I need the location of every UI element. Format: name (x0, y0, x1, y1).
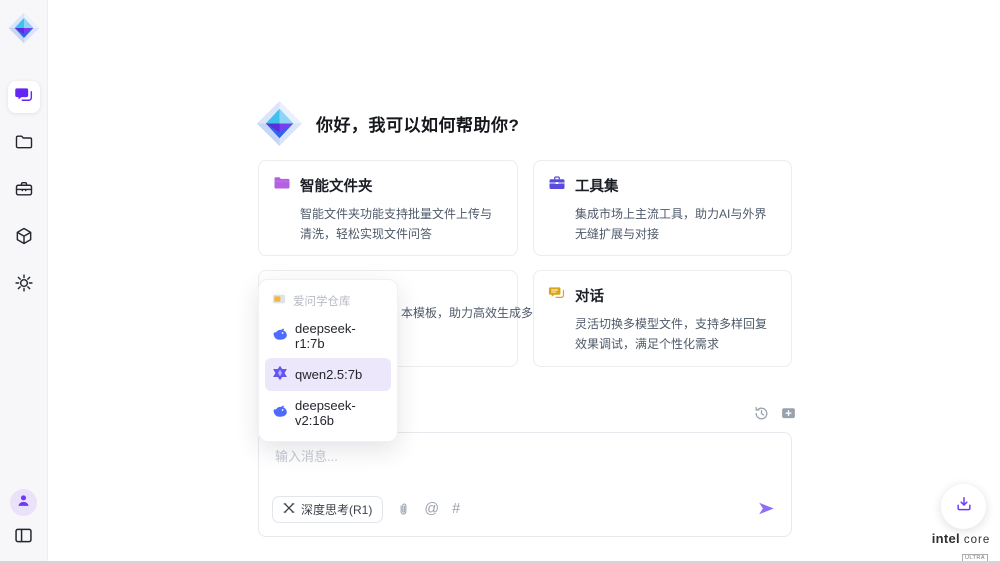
card-smart-folder[interactable]: 智能文件夹 智能文件夹功能支持批量文件上传与清洗，轻松实现文件问答 (258, 160, 518, 256)
card-description-fragment: 本模板，助力高效生成多 (401, 304, 533, 321)
user-profile-button[interactable] (10, 489, 37, 516)
toolbox-card-icon (548, 174, 566, 197)
sidebar-item-models[interactable] (8, 222, 40, 254)
model-option-deepseek-r1[interactable]: deepseek-r1:7b (265, 314, 391, 358)
settings-icon (14, 273, 34, 298)
deepseek-icon (272, 404, 288, 423)
card-dialog[interactable]: 对话 灵活切换多模型文件，支持多样回复效果调试，满足个性化需求 (533, 270, 792, 366)
app-logo-icon (8, 11, 40, 45)
sidebar-bottom (10, 489, 37, 551)
card-title: 工具集 (575, 175, 619, 196)
toolbox-icon (14, 179, 34, 204)
sidebar (0, 0, 48, 563)
model-repository-icon (272, 292, 286, 309)
assistant-logo-icon (256, 99, 303, 148)
model-dropdown-menu: 爱问学仓库 deepseek-r1:7b qwen2.5:7b deepseek… (258, 279, 398, 442)
model-group-header: 爱问学仓库 (265, 286, 391, 314)
intel-core-logo: intel core ULTRA (930, 531, 992, 563)
send-button[interactable] (757, 499, 776, 523)
folder-icon (14, 132, 34, 157)
model-option-qwen[interactable]: qwen2.5:7b (265, 358, 391, 391)
deepthink-icon (283, 502, 295, 517)
card-description: 智能文件夹功能支持批量文件上传与清洗，轻松实现文件问答 (300, 204, 502, 244)
greeting: 你好，我可以如何帮助你? (256, 99, 519, 148)
greeting-title: 你好，我可以如何帮助你? (316, 111, 519, 136)
mention-button[interactable]: @ (424, 502, 439, 517)
chat-actions (753, 405, 797, 422)
card-title: 对话 (575, 285, 604, 306)
sidebar-item-folders[interactable] (8, 128, 40, 160)
message-composer: 深度思考(R1) @ # (258, 432, 792, 537)
message-input[interactable] (275, 446, 755, 488)
chat-icon (14, 85, 34, 110)
composer-toolbar: 深度思考(R1) @ # (272, 496, 460, 523)
panel-toggle-icon (13, 525, 34, 551)
user-avatar-icon (15, 492, 32, 514)
intel-wordmark: intel (932, 531, 960, 546)
deepthink-toggle-button[interactable]: 深度思考(R1) (272, 496, 383, 523)
model-option-deepseek-v2[interactable]: deepseek-v2:16b (265, 391, 391, 435)
smart-folder-icon (273, 174, 291, 197)
download-button[interactable] (941, 484, 986, 529)
sidebar-item-tools[interactable] (8, 175, 40, 207)
sidebar-item-settings[interactable] (8, 269, 40, 301)
dialog-card-icon (548, 284, 566, 307)
card-description: 灵活切换多模型文件，支持多样回复效果调试，满足个性化需求 (575, 314, 776, 354)
panel-toggle-button[interactable] (13, 525, 34, 551)
download-icon (954, 494, 974, 519)
card-toolset[interactable]: 工具集 集成市场上主流工具，助力AI与外界无缝扩展与对接 (533, 160, 792, 256)
new-chat-button[interactable] (780, 405, 797, 422)
qwen-icon (272, 365, 288, 384)
sidebar-nav (8, 81, 40, 301)
cube-icon (14, 226, 34, 251)
attach-file-button[interactable] (396, 502, 411, 517)
card-description: 集成市场上主流工具，助力AI与外界无缝扩展与对接 (575, 204, 776, 244)
core-wordmark: core (964, 534, 990, 546)
history-button[interactable] (753, 405, 770, 422)
card-title: 智能文件夹 (300, 175, 373, 196)
topic-button[interactable]: # (452, 502, 460, 517)
deepseek-icon (272, 327, 288, 346)
sidebar-item-chat[interactable] (8, 81, 40, 113)
